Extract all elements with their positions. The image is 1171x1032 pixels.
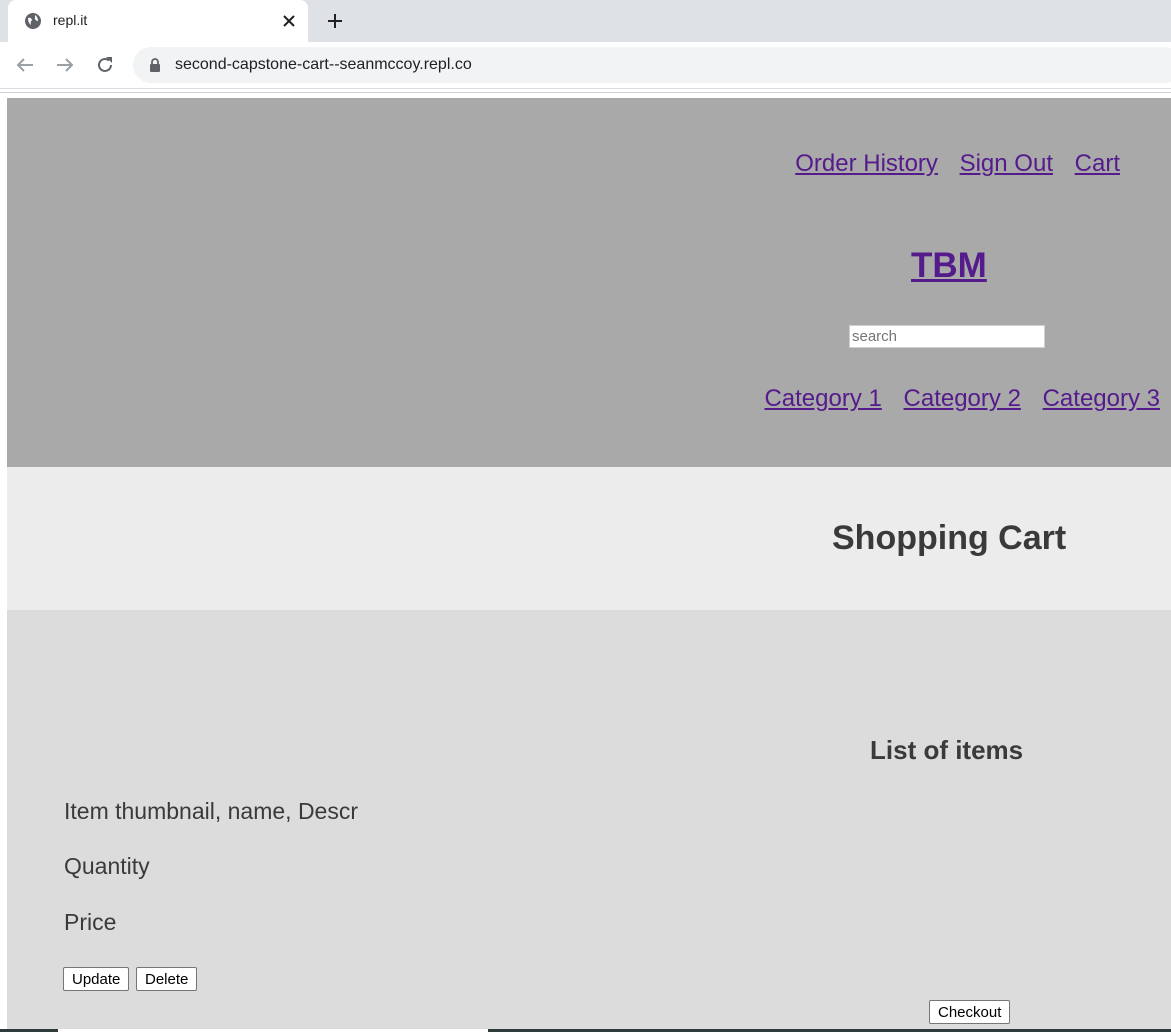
logo-link[interactable]: TBM: [911, 246, 987, 285]
browser-tabstrip: repl.it: [0, 0, 1171, 42]
close-icon[interactable]: [280, 12, 298, 30]
site-header: Order History Sign Out Cart TBM Category…: [7, 98, 1171, 467]
category-nav: Category 1 Category 2 Category 3: [749, 385, 1160, 413]
top-nav: Order History Sign Out Cart: [780, 150, 1120, 178]
item-price: Price: [64, 909, 117, 935]
reload-icon[interactable]: [93, 53, 117, 77]
site-logo: TBM: [911, 246, 987, 286]
search-input[interactable]: [849, 325, 1045, 348]
order-history-link[interactable]: Order History: [795, 150, 938, 177]
globe-icon: [25, 13, 41, 29]
page-title-band: Shopping Cart: [7, 467, 1171, 610]
update-button[interactable]: Update: [63, 967, 130, 991]
item-quantity: Quantity: [64, 853, 150, 879]
category-link-1[interactable]: Category 1: [764, 385, 881, 412]
page-viewport: Order History Sign Out Cart TBM Category…: [7, 98, 1171, 1032]
item-description: Item thumbnail, name, Descr: [64, 798, 359, 824]
url-text[interactable]: second-capstone-cart--seanmccoy.repl.co: [175, 56, 472, 74]
browser-toolbar: second-capstone-cart--seanmccoy.repl.co: [0, 42, 1171, 89]
arrow-right-icon[interactable]: [53, 53, 77, 77]
page-title: Shopping Cart: [832, 519, 1067, 557]
address-bar[interactable]: second-capstone-cart--seanmccoy.repl.co: [133, 47, 1171, 83]
cart-area: List of items Item thumbnail, name, Desc…: [7, 610, 1171, 1032]
browser-tab[interactable]: repl.it: [8, 0, 308, 42]
plus-icon[interactable]: [325, 11, 345, 31]
cart-link[interactable]: Cart: [1075, 150, 1120, 177]
lock-icon: [150, 58, 160, 72]
tab-title: repl.it: [53, 12, 88, 28]
delete-button[interactable]: Delete: [136, 967, 198, 991]
arrow-left-icon[interactable]: [13, 53, 37, 77]
sign-out-link[interactable]: Sign Out: [960, 150, 1053, 177]
checkout-button[interactable]: Checkout: [929, 1000, 1011, 1024]
toolbar-divider: [0, 89, 1171, 93]
category-link-2[interactable]: Category 2: [904, 385, 1021, 412]
page-margin: [0, 98, 7, 1032]
category-link-3[interactable]: Category 3: [1043, 385, 1160, 412]
list-heading: List of items: [870, 735, 1024, 765]
